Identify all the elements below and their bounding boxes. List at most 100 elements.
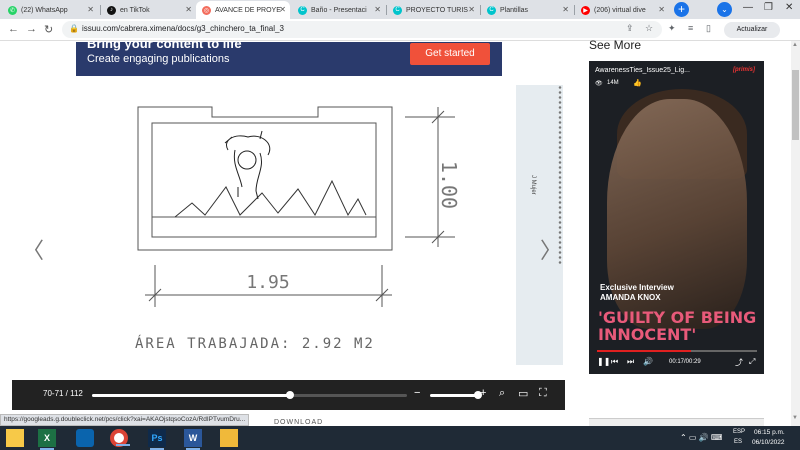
close-tab-icon[interactable]: ✕: [87, 5, 94, 14]
tab-strip: ✆ (22) WhatsApp ✕ ♪ en TikTok ✕ ◎ AVANCE…: [0, 0, 800, 19]
tab-proyecto-turistico[interactable]: C PROYECTO TURIS ✕: [387, 1, 479, 19]
close-window-button[interactable]: ✕: [785, 2, 793, 13]
file-explorer-icon[interactable]: [6, 429, 24, 447]
next-icon[interactable]: ⏭: [627, 357, 634, 367]
reading-list-icon[interactable]: ≡: [688, 23, 693, 33]
tab-whatsapp[interactable]: ✆ (22) WhatsApp ✕: [2, 1, 98, 19]
page-scrollbar[interactable]: ▲ ▼: [791, 41, 800, 426]
tab-search-button[interactable]: ⌄: [717, 2, 732, 17]
tab-label: AVANCE DE PROYE: [215, 6, 281, 14]
close-tab-icon[interactable]: ✕: [658, 5, 665, 14]
photoshop-icon[interactable]: Ps: [148, 429, 166, 450]
pause-icon[interactable]: ❚❚: [597, 357, 610, 366]
close-tab-icon[interactable]: ✕: [374, 5, 381, 14]
banner-subline: Create engaging publications: [87, 53, 230, 65]
extensions-icon[interactable]: ✦: [668, 23, 676, 34]
issuu-icon: ◎: [202, 5, 211, 15]
tab-tiktok[interactable]: ♪ en TikTok ✕: [101, 1, 196, 19]
page-number: 70-71 / 112: [43, 389, 83, 398]
video-progress-fill: [597, 350, 692, 352]
video-subtitle-name: AMANDA KNOX: [600, 293, 661, 302]
url-text: issuu.com/cabrera.ximena/docs/g3_chinche…: [82, 24, 284, 33]
ad-banner[interactable]: Bring your content to life Create engagi…: [76, 42, 502, 76]
excel-icon[interactable]: X: [38, 429, 56, 450]
close-tab-icon[interactable]: ✕: [562, 5, 569, 14]
volume-icon[interactable]: 🔊: [643, 357, 653, 366]
scroll-down-icon[interactable]: ▼: [792, 415, 798, 421]
tab-label: (22) WhatsApp: [21, 6, 68, 14]
system-tray-icons[interactable]: ⌃ ▭ 🔊 ⌨: [680, 433, 722, 442]
folder-icon[interactable]: [220, 429, 238, 447]
dimension-horizontal: 1.95: [246, 272, 289, 293]
like-thumb-icon[interactable]: 👍: [633, 79, 642, 87]
next-recommendation-card[interactable]: [589, 418, 764, 426]
close-tab-icon[interactable]: ✕: [468, 5, 475, 14]
video-progress-bar[interactable]: [597, 350, 757, 352]
tab-label: en TikTok: [120, 6, 150, 14]
viewer-controls: 70-71 / 112 − + ⌕ ▭ ⛶: [12, 380, 565, 410]
tab-plantillas[interactable]: C Plantillas ✕: [481, 1, 573, 19]
chrome-icon[interactable]: [110, 429, 130, 447]
video-views: 14M: [607, 80, 619, 86]
tab-label: Baño - Presentaci: [311, 6, 367, 14]
views-eye-icon: 👁: [595, 81, 603, 87]
clock-time[interactable]: 06:15 p.m.: [754, 429, 785, 436]
word-icon[interactable]: W: [184, 429, 202, 450]
update-button[interactable]: Actualizar: [724, 22, 780, 38]
tab-label: PROYECTO TURIS: [406, 6, 468, 14]
video-brand: [primis]: [733, 67, 756, 73]
clock-date[interactable]: 06/10/2022: [752, 439, 785, 446]
whatsapp-icon: ✆: [8, 5, 17, 15]
share-icon[interactable]: ⇪: [626, 23, 634, 34]
maximize-button[interactable]: ❐: [764, 2, 773, 13]
keyboard-layout[interactable]: ES: [734, 439, 742, 445]
share-icon[interactable]: ⤴: [735, 357, 743, 368]
scroll-up-icon[interactable]: ▲: [792, 42, 798, 48]
page-slider[interactable]: [92, 391, 407, 399]
tab-bano-presentacion[interactable]: C Baño - Presentaci ✕: [292, 1, 385, 19]
side-page-text: J Mujer: [530, 175, 536, 195]
page-slider-fill: [92, 394, 291, 397]
reload-button[interactable]: ↻: [44, 23, 53, 36]
video-quote: 'GUILTY OF BEING INNOCENT': [598, 308, 757, 344]
address-bar[interactable]: 🔒 issuu.com/cabrera.ximena/docs/g3_chinc…: [62, 21, 662, 38]
video-player[interactable]: AwarenessTies_Issue25_Lig... [primis] 👁 …: [589, 61, 764, 374]
see-more-heading: See More: [589, 38, 642, 52]
bookmark-star-icon[interactable]: ☆: [645, 23, 653, 34]
tab-issuu[interactable]: ◎ AVANCE DE PROYE ✕: [196, 1, 290, 19]
next-page-arrow-icon[interactable]: 〉: [540, 233, 562, 265]
floor-plan-drawing: 1.00 1.95: [137, 106, 461, 307]
prev-page-arrow-icon[interactable]: 〈: [22, 233, 44, 265]
grid-view-icon[interactable]: ▭: [518, 387, 528, 400]
zoom-out-icon[interactable]: −: [414, 387, 420, 399]
next-page-preview[interactable]: J Mujer: [516, 85, 563, 365]
browser-toolbar: ← → ↻ 🔒 issuu.com/cabrera.ximena/docs/g3…: [0, 19, 800, 41]
new-tab-button[interactable]: +: [674, 2, 689, 17]
back-button[interactable]: ←: [8, 23, 19, 35]
language-indicator[interactable]: ESP: [733, 429, 745, 435]
expand-icon[interactable]: ⤢: [749, 357, 755, 367]
forward-button[interactable]: →: [26, 23, 37, 35]
fullscreen-icon[interactable]: ⛶: [539, 387, 547, 400]
video-time: 00:17/00:29: [669, 359, 701, 365]
page-slider-handle[interactable]: [286, 391, 295, 399]
lock-icon: 🔒: [69, 24, 79, 33]
zoom-in-icon[interactable]: +: [480, 387, 486, 399]
zoom-slider[interactable]: [430, 391, 482, 399]
get-started-button[interactable]: Get started: [410, 43, 490, 65]
tab-youtube[interactable]: ▶ (206) virtual dive ✕: [575, 1, 669, 19]
close-tab-icon[interactable]: ✕: [185, 5, 192, 14]
minimize-button[interactable]: —: [743, 2, 753, 13]
close-tab-icon[interactable]: ✕: [279, 5, 286, 14]
search-icon[interactable]: ⌕: [499, 387, 505, 400]
youtube-icon: ▶: [581, 5, 590, 15]
outlook-icon[interactable]: [76, 429, 94, 447]
download-link[interactable]: DOWNLOAD: [274, 419, 323, 426]
side-panel-icon[interactable]: ▯: [706, 23, 711, 34]
tab-label: Plantillas: [500, 6, 529, 14]
scrollbar-thumb[interactable]: [792, 70, 799, 140]
video-title: AwarenessTies_Issue25_Lig...: [595, 67, 690, 74]
dimension-vertical: 1.00: [437, 161, 461, 209]
tiktok-icon: ♪: [107, 5, 116, 15]
prev-icon[interactable]: ⏮: [611, 357, 618, 367]
